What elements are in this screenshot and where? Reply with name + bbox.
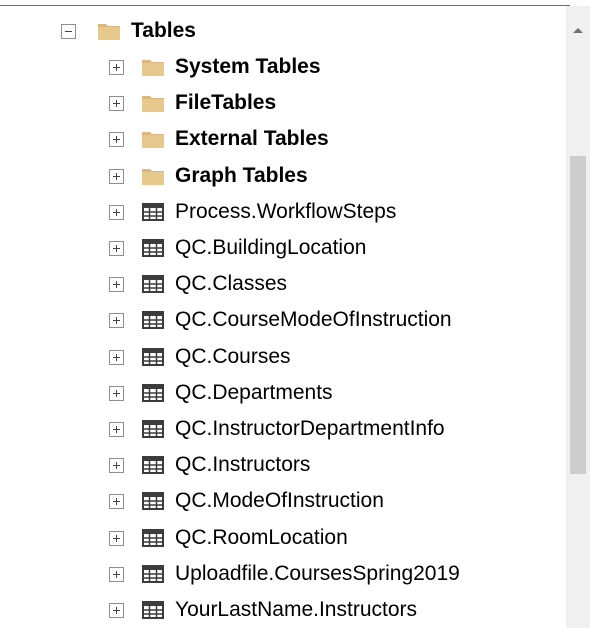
tree-node[interactable]: Uploadfile.CoursesSpring2019 [109,556,460,592]
tree-node-label: QC.Courses [175,345,291,368]
tree-node-label: YourLastName.Instructors [175,598,418,621]
tree-node[interactable]: QC.Courses [109,339,291,375]
tree-node-label: FileTables [175,91,277,114]
table-icon [140,418,166,440]
folder-icon [140,92,166,114]
tree-node-label: Uploadfile.CoursesSpring2019 [175,562,460,585]
scroll-up-arrow-icon[interactable] [566,20,590,40]
expand-plus-icon[interactable] [109,168,124,184]
table-icon [140,201,166,223]
folder-icon [140,56,166,78]
tree-node-label: External Tables [175,127,329,150]
vertical-scrollbar[interactable] [566,6,590,628]
expand-plus-icon[interactable] [109,240,124,256]
tree-node[interactable]: System Tables [109,49,321,85]
tree-node-label: QC.CourseModeOfInstruction [175,308,452,331]
tree-node-label: QC.RoomLocation [175,526,348,549]
expand-plus-icon[interactable] [109,131,124,147]
expand-plus-icon[interactable] [109,566,124,582]
table-icon [140,563,166,585]
expand-plus-icon[interactable] [109,349,124,365]
tree-node-label: QC.Instructors [175,453,311,476]
expand-plus-icon[interactable] [109,385,124,401]
tree-node[interactable]: QC.Instructors [109,447,310,483]
tree-node[interactable]: Graph Tables [109,158,308,194]
tree-node-label: QC.InstructorDepartmentInfo [175,417,445,440]
tree-node[interactable]: QC.BuildingLocation [109,230,366,266]
tree-node[interactable]: FileTables [109,85,276,121]
table-icon [140,599,166,621]
tree-node-label: System Tables [175,55,321,78]
tree-node-label: QC.Departments [175,381,333,404]
expand-plus-icon[interactable] [109,602,124,618]
table-icon [140,527,166,549]
tree-node[interactable]: QC.Departments [109,375,333,411]
expand-plus-icon[interactable] [109,530,124,546]
tree-node[interactable]: Process.WorkflowSteps [109,194,396,230]
table-icon [140,490,166,512]
object-explorer-tree: Tables System Tables FileTables External T… [0,12,565,628]
expand-plus-icon[interactable] [109,204,124,220]
folder-icon [140,165,166,187]
tree-node-label: Graph Tables [175,164,308,187]
expand-plus-icon[interactable] [109,493,124,509]
expand-plus-icon[interactable] [109,312,124,328]
tree-node[interactable]: QC.InstructorDepartmentInfo [109,411,445,447]
folder-icon [96,20,122,42]
table-icon [140,273,166,295]
expand-plus-icon[interactable] [109,276,124,292]
top-border [0,5,570,6]
folder-icon [140,128,166,150]
expand-plus-icon[interactable] [109,95,124,111]
table-icon [140,346,166,368]
tree-node[interactable]: YourLastName.Instructors [109,592,417,628]
tree-node-label: QC.Classes [175,272,288,295]
tree-node-label: Tables [131,19,196,42]
tree-node-label: QC.ModeOfInstruction [175,489,384,512]
table-icon [140,454,166,476]
expand-plus-icon[interactable] [109,457,124,473]
tree-node-label: QC.BuildingLocation [175,236,367,259]
tree-node-tables[interactable]: Tables [61,13,196,49]
tree-node-label: Process.WorkflowSteps [175,200,397,223]
table-icon [140,382,166,404]
table-icon [140,309,166,331]
tree-node[interactable]: QC.ModeOfInstruction [109,483,384,519]
tree-node[interactable]: QC.RoomLocation [109,520,348,556]
tree-node[interactable]: External Tables [109,121,329,157]
scrollbar-thumb[interactable] [570,156,586,474]
expand-plus-icon[interactable] [109,59,124,75]
table-icon [140,237,166,259]
collapse-minus-icon[interactable] [61,23,76,39]
tree-node[interactable]: QC.Classes [109,266,287,302]
tree-node[interactable]: QC.CourseModeOfInstruction [109,302,452,338]
expand-plus-icon[interactable] [109,421,124,437]
